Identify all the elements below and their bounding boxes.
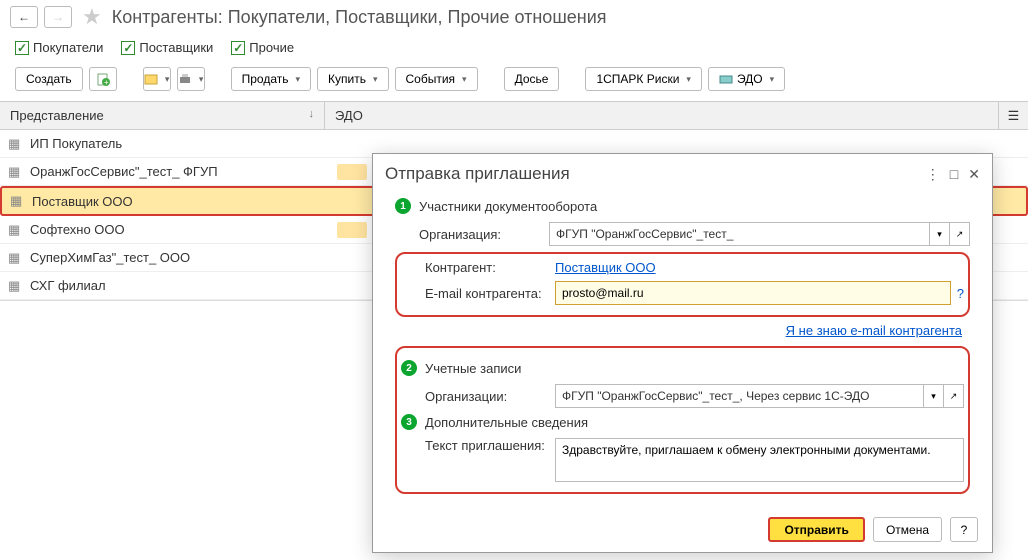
edo-status-badge [337,222,367,238]
counterparty-link[interactable]: Поставщик ООО [555,260,656,275]
step-2-badge: 2 [401,360,417,376]
edo-status-badge [337,164,367,180]
dossier-button[interactable]: Досье [504,67,560,91]
sort-indicator-icon: ↓ [309,108,315,123]
send-invitation-dialog: Отправка приглашения ⋮ □ ✕ 1 Участники до… [372,153,993,553]
dialog-maximize-button[interactable]: □ [950,166,958,183]
buy-button[interactable]: Купить▾ [317,67,388,91]
create-copy-button[interactable]: + [89,67,117,91]
step-3-label: Дополнительные сведения [425,415,588,430]
nav-forward-button[interactable]: → [44,6,72,28]
step-3-badge: 3 [401,414,417,430]
invite-text-label: Текст приглашения: [425,438,555,453]
step-1-badge: 1 [395,198,411,214]
filter-buyers-checkbox[interactable]: ✓Покупатели [15,40,103,55]
highlighted-section-1: Контрагент: Поставщик ООО E-mail контраг… [395,252,970,317]
unknown-email-link[interactable]: Я не знаю e-mail контрагента [786,323,962,338]
help-button[interactable]: ? [950,517,978,542]
favorite-star-icon[interactable]: ★ [82,4,102,30]
step-1-label: Участники документооборота [419,199,597,214]
send-button[interactable]: Отправить [768,517,864,542]
nav-back-button[interactable]: ← [10,6,38,28]
email-input[interactable] [555,281,951,305]
org-icon: ▦ [8,222,22,238]
org-icon: ▦ [8,164,22,180]
email-label: E-mail контрагента: [425,286,555,301]
list-settings-button[interactable]: ☰ [998,102,1028,129]
create-button[interactable]: Создать [15,67,83,91]
column-header-edo[interactable]: ЭДО [325,102,998,129]
svg-text:+: + [104,78,109,86]
step-2-label: Учетные записи [425,361,521,376]
org-icon: ▦ [8,250,22,266]
org-account-open-button[interactable]: ↗ [944,384,964,408]
column-header-name[interactable]: Представление↓ [0,102,325,129]
events-button[interactable]: События▾ [395,67,478,91]
org-icon: ▦ [8,136,22,152]
page-title: Контрагенты: Покупатели, Поставщики, Про… [112,7,607,28]
dialog-title: Отправка приглашения [385,164,570,184]
sell-button[interactable]: Продать▾ [231,67,311,91]
organization-select[interactable]: ФГУП "ОранжГосСервис"_тест_ [549,222,930,246]
organization-open-button[interactable]: ↗ [950,222,970,246]
organization-label: Организация: [419,227,549,242]
cancel-button[interactable]: Отмена [873,517,942,542]
counterparty-label: Контрагент: [425,260,555,275]
print-button[interactable]: ▾ [177,67,205,91]
org-account-select[interactable]: ФГУП "ОранжГосСервис"_тест_, Через серви… [555,384,924,408]
dialog-menu-button[interactable]: ⋮ [926,166,940,183]
org2-label: Организации: [425,389,555,404]
org-icon: ▦ [8,278,22,294]
organization-dropdown-button[interactable]: ▾ [930,222,950,246]
highlighted-section-2: 2 Учетные записи Организации: ФГУП "Оранж… [395,346,970,494]
dialog-close-button[interactable]: ✕ [968,166,980,183]
org-icon: ▦ [10,193,24,209]
org-account-dropdown-button[interactable]: ▾ [924,384,944,408]
edo-button[interactable]: ЭДО▾ [708,67,785,91]
filter-suppliers-checkbox[interactable]: ✓Поставщики [121,40,213,55]
folder-button[interactable]: ▾ [143,67,171,91]
invite-text-input[interactable] [555,438,964,482]
filter-others-checkbox[interactable]: ✓Прочие [231,40,294,55]
email-help-icon[interactable]: ? [957,286,964,301]
spark-risks-button[interactable]: 1СПАРК Риски▾ [585,67,702,91]
